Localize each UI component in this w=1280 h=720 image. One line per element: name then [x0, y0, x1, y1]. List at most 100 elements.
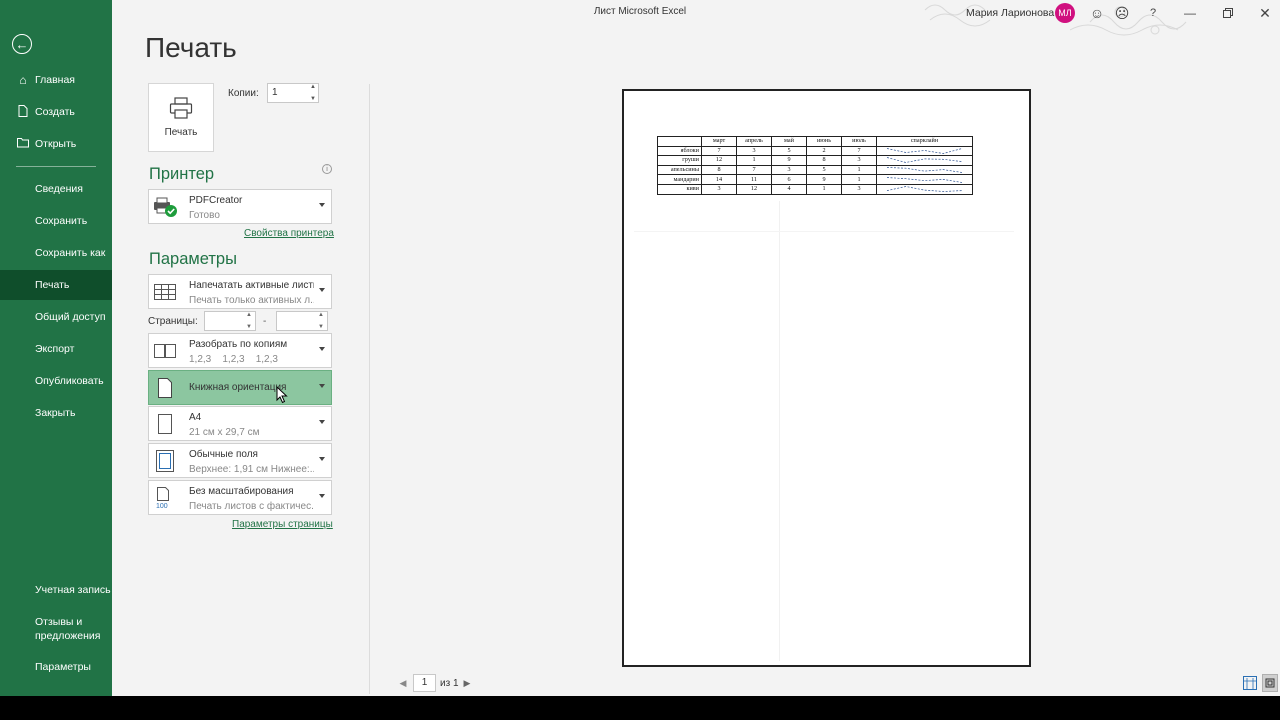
chevron-up-icon[interactable]: ▲: [310, 84, 316, 90]
window-title: Лист Microsoft Excel: [593, 6, 687, 17]
close-icon[interactable]: ✕: [1255, 3, 1275, 23]
sidebar-item-label: Печать: [35, 279, 70, 291]
bottom-black-strip: [0, 696, 1280, 720]
back-arrow-icon[interactable]: ←: [12, 34, 32, 54]
minimize-icon[interactable]: —: [1180, 3, 1200, 23]
table-cell: 7: [841, 145, 877, 157]
svg-text:100: 100: [156, 503, 168, 510]
scaling-subtitle: Печать листов с фактичес...: [189, 501, 314, 512]
sparkline: [886, 167, 963, 173]
orientation-select[interactable]: Книжная ориентация: [148, 370, 332, 405]
table-cell: 1: [806, 183, 842, 195]
sidebar-item-export[interactable]: Экспорт: [0, 334, 112, 364]
margins-select[interactable]: Обычные поля Верхнее: 1,91 см Нижнее:...: [148, 443, 332, 478]
portrait-page-icon: [152, 376, 178, 400]
chevron-down-icon: [319, 347, 325, 351]
chevron-up-icon[interactable]: ▲: [318, 312, 324, 318]
smile-feedback-icon[interactable]: ☺: [1087, 3, 1107, 23]
page-break-line: [779, 201, 780, 661]
table-row: груши 12 1 9 8 3: [657, 155, 973, 166]
page-count-label: из 1: [440, 678, 459, 689]
copies-stepper[interactable]: ▲ ▼: [308, 84, 318, 102]
paper-size-subtitle: 21 см x 29,7 см: [189, 427, 260, 438]
sidebar-item-open[interactable]: Открыть: [0, 129, 112, 159]
table-cell: 4: [771, 183, 807, 195]
sidebar-item-label: Отзывы и предложения: [35, 616, 101, 642]
chevron-down-icon[interactable]: ▼: [318, 324, 324, 330]
print-button-label: Печать: [164, 127, 198, 138]
sparkline-cell: [876, 145, 973, 157]
sidebar-item-save-as[interactable]: Сохранить как: [0, 238, 112, 268]
printer-section-title: Принтер: [149, 165, 215, 183]
info-icon[interactable]: i: [322, 164, 332, 174]
printer-select[interactable]: PDFCreator Готово: [148, 189, 332, 224]
preview-sheet-table: март апрель май июнь июль спарклайн ябло…: [657, 136, 973, 195]
table-cell: 1: [841, 164, 877, 176]
user-name[interactable]: Мария Ларионова: [966, 7, 1054, 19]
page-setup-link[interactable]: Параметры страницы: [232, 519, 333, 530]
collate-select[interactable]: Разобрать по копиям 1,2,3 1,2,3 1,2,3: [148, 333, 332, 368]
excel-backstage: ← ⌂ Главная Создать Открыть Сведения Сох…: [0, 0, 1280, 696]
sidebar-item-options[interactable]: Параметры: [0, 652, 112, 682]
sidebar-item-info[interactable]: Сведения: [0, 174, 112, 204]
pages-label: Страницы:: [148, 316, 198, 327]
margins-title: Обычные поля: [189, 449, 258, 460]
sidebar-item-feedback[interactable]: Отзывы и предложения: [0, 609, 112, 649]
avatar[interactable]: МЛ: [1055, 3, 1075, 23]
paper-size-select[interactable]: A4 21 см x 29,7 см: [148, 406, 332, 441]
table-cell: 2: [806, 145, 842, 157]
sidebar-item-account[interactable]: Учетная запись: [0, 575, 112, 605]
table-body: яблоки 7 3 5 2 7 груши 12 1 9 8 3 апельсины 8 7 3 5 1 манд…: [657, 145, 973, 195]
sidebar-item-label: Параметры: [35, 661, 91, 673]
sidebar-item-share[interactable]: Общий доступ: [0, 302, 112, 332]
table-row-label: мандарин: [657, 174, 702, 185]
zoom-to-page-button[interactable]: [1262, 674, 1278, 692]
table-header-cell: [657, 136, 702, 147]
table-cell: 1: [736, 155, 772, 166]
pane-divider: [369, 84, 370, 694]
current-page-input[interactable]: 1: [413, 674, 436, 692]
collate-icon: [152, 339, 178, 363]
scaling-select[interactable]: 100 Без масштабирования Печать листов с …: [148, 480, 332, 515]
printer-status: Готово: [189, 210, 220, 221]
sparkline-line: [886, 148, 963, 154]
next-page-icon[interactable]: ▶: [462, 676, 472, 690]
sidebar-item-label: Общий доступ: [35, 311, 106, 323]
collate-subtitle: 1,2,3 1,2,3 1,2,3: [189, 354, 278, 365]
sidebar-item-print[interactable]: Печать: [0, 270, 112, 300]
sidebar-item-label: Сохранить как: [35, 247, 106, 259]
frown-feedback-icon[interactable]: ☹: [1112, 3, 1132, 23]
printer-properties-link[interactable]: Свойства принтера: [244, 228, 334, 239]
print-what-select[interactable]: Напечатать активные листы Печать только …: [148, 274, 332, 309]
table-header-cell: март: [701, 136, 737, 147]
show-margins-button[interactable]: [1243, 676, 1257, 690]
sidebar-item-label: Создать: [35, 106, 75, 118]
table-header-cell: июль: [841, 136, 877, 147]
pages-from-stepper[interactable]: ▲ ▼: [245, 312, 253, 330]
sidebar-item-publish[interactable]: Опубликовать: [0, 366, 112, 396]
help-icon[interactable]: ?: [1143, 3, 1163, 23]
table-cell: 3: [841, 155, 877, 166]
open-folder-icon: [16, 137, 30, 151]
chevron-down-icon[interactable]: ▼: [246, 324, 252, 330]
table-row-label: груши: [657, 155, 702, 166]
table-cell: 3: [701, 183, 737, 195]
table-row: киви 3 12 4 1 3: [657, 183, 973, 195]
sparkline-line: [886, 186, 963, 193]
table-header-row: март апрель май июнь июль спарклайн: [657, 136, 973, 147]
sidebar-item-close[interactable]: Закрыть: [0, 398, 112, 428]
previous-page-icon[interactable]: ◀: [398, 676, 408, 690]
table-cell: 8: [806, 155, 842, 166]
pages-dash: -: [263, 316, 267, 327]
sidebar-item-home[interactable]: ⌂ Главная: [0, 65, 112, 95]
sidebar-item-save[interactable]: Сохранить: [0, 206, 112, 236]
sidebar-item-new[interactable]: Создать: [0, 97, 112, 127]
chevron-up-icon[interactable]: ▲: [246, 312, 252, 318]
table-cell: 7: [701, 145, 737, 157]
pages-to-stepper[interactable]: ▲ ▼: [317, 312, 325, 330]
restore-icon[interactable]: [1218, 3, 1238, 23]
print-button[interactable]: Печать: [148, 83, 214, 152]
chevron-down-icon: [319, 494, 325, 498]
orientation-title: Книжная ориентация: [189, 382, 287, 393]
chevron-down-icon[interactable]: ▼: [310, 96, 316, 102]
